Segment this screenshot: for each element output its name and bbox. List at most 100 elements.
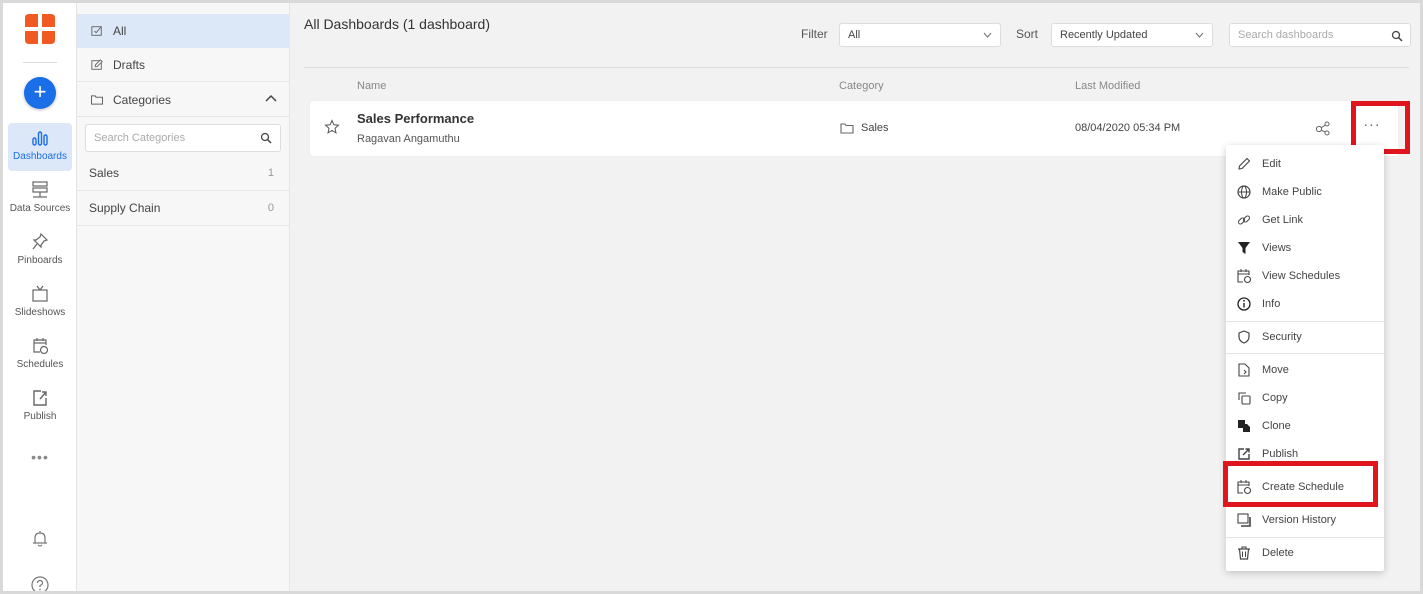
filter-value: All [848, 29, 861, 41]
shield-icon [1238, 330, 1250, 344]
folder-icon [90, 95, 104, 105]
rail-divider [23, 62, 57, 63]
nav-categories-label: Categories [113, 92, 172, 107]
search-icon[interactable] [260, 132, 272, 144]
filter-select[interactable]: All [839, 23, 1001, 47]
app-window: + Dashboards Data Sources Pinboards Slid… [3, 3, 1420, 591]
help-icon[interactable] [30, 575, 50, 591]
move-icon [1238, 363, 1250, 377]
search-icon[interactable] [1391, 30, 1403, 42]
nav-all[interactable]: All [77, 14, 290, 48]
search-categories-input[interactable]: Search Categories [85, 124, 281, 152]
pencil-icon [1238, 157, 1251, 170]
filter-icon [1238, 242, 1250, 254]
chevron-up-icon[interactable] [264, 91, 278, 105]
menu-item-label: Edit [1262, 158, 1281, 170]
rail-item-slideshows[interactable]: Slideshows [8, 279, 72, 327]
menu-item-label: Clone [1262, 420, 1291, 432]
dashboard-name[interactable]: Sales Performance [357, 111, 474, 126]
menu-item-label: View Schedules [1262, 270, 1341, 282]
rail-item-publish[interactable]: Publish [8, 383, 72, 431]
menu-item-delete[interactable]: Delete [1226, 539, 1384, 567]
column-header-name[interactable]: Name [357, 80, 386, 92]
menu-item-edit[interactable]: Edit [1226, 150, 1384, 178]
rail-item-dashboards[interactable]: Dashboards [8, 123, 72, 171]
menu-item-info[interactable]: Info [1226, 290, 1384, 318]
menu-item-label: Info [1262, 298, 1281, 310]
header-divider [304, 67, 1409, 68]
schedule-icon [33, 338, 49, 355]
menu-item-label: Move [1262, 364, 1289, 376]
brand-logo-icon[interactable] [23, 12, 57, 46]
rail-item-schedules[interactable]: Schedules [8, 331, 72, 379]
dashboard-category: Sales [840, 122, 889, 134]
filter-label: Filter [801, 27, 828, 41]
page-title: All Dashboards (1 dashboard) [304, 16, 490, 32]
menu-item-clone[interactable]: Clone [1226, 412, 1384, 440]
rail-item-pinboards[interactable]: Pinboards [8, 227, 72, 275]
nav-all-label: All [113, 24, 127, 38]
menu-item-views[interactable]: Views [1226, 234, 1384, 262]
schedule-icon [1237, 269, 1252, 284]
column-header-last-modified[interactable]: Last Modified [1075, 80, 1140, 92]
share-icon[interactable] [1315, 120, 1331, 136]
menu-item-version-history[interactable]: Version History [1226, 506, 1384, 534]
create-new-button[interactable]: + [24, 77, 56, 109]
search-categories-placeholder: Search Categories [94, 132, 186, 144]
dashboard-owner: Ragavan Angamuthu [357, 133, 460, 145]
search-dashboards-placeholder: Search dashboards [1238, 29, 1334, 41]
category-panel: All Drafts Categories Search Categories [77, 3, 290, 591]
column-header-category[interactable]: Category [839, 80, 884, 92]
checkbox-icon [91, 26, 102, 36]
clone-icon [1238, 420, 1250, 432]
rail-item-label: Slideshows [14, 307, 66, 318]
dashboards-icon [32, 131, 48, 146]
category-item-supply-chain[interactable]: Supply Chain 0 [77, 191, 290, 226]
rail-item-label: Schedules [16, 359, 64, 370]
category-name: Sales [89, 166, 120, 180]
link-icon [1237, 215, 1251, 225]
chevron-down-icon [1195, 32, 1204, 38]
edit-box-icon [91, 58, 103, 70]
highlight-create-schedule [1223, 461, 1378, 507]
info-icon [1237, 297, 1251, 311]
menu-item-label: Make Public [1262, 186, 1322, 198]
sort-label: Sort [1016, 27, 1039, 41]
search-dashboards-input[interactable]: Search dashboards [1229, 23, 1411, 47]
dashboard-last-modified: 08/04/2020 05:34 PM [1075, 122, 1181, 134]
menu-item-label: Delete [1262, 547, 1294, 559]
nav-drafts[interactable]: Drafts [77, 48, 290, 82]
menu-item-copy[interactable]: Copy [1226, 384, 1384, 412]
folder-icon [840, 123, 854, 134]
menu-item-move[interactable]: Move [1226, 356, 1384, 384]
rail-item-data-sources[interactable]: Data Sources [8, 175, 72, 223]
menu-item-make-public[interactable]: Make Public [1226, 178, 1384, 206]
star-icon[interactable] [324, 119, 340, 135]
menu-item-label: Version History [1262, 514, 1336, 526]
main-content: All Dashboards (1 dashboard) Filter All … [291, 3, 1420, 591]
left-rail: + Dashboards Data Sources Pinboards Slid… [3, 3, 77, 591]
category-count: 1 [267, 167, 274, 179]
bell-icon[interactable] [30, 529, 50, 549]
rail-item-label: Pinboards [17, 255, 63, 266]
rail-item-label: Dashboards [13, 151, 67, 162]
sort-select[interactable]: Recently Updated [1051, 23, 1213, 47]
version-history-icon [1237, 513, 1251, 527]
category-count: 0 [267, 202, 274, 214]
menu-item-label: Get Link [1262, 214, 1303, 226]
publish-icon [33, 390, 47, 406]
category-item-sales[interactable]: Sales 1 [77, 156, 290, 191]
menu-item-label: Publish [1262, 448, 1299, 460]
menu-item-get-link[interactable]: Get Link [1226, 206, 1384, 234]
globe-icon [1237, 185, 1251, 199]
menu-item-label: Copy [1262, 392, 1288, 404]
category-name: Supply Chain [89, 201, 161, 215]
menu-item-security[interactable]: Security [1226, 323, 1384, 351]
sort-value: Recently Updated [1060, 29, 1148, 41]
nav-categories[interactable]: Categories [77, 83, 290, 117]
menu-item-view-schedules[interactable]: View Schedules [1226, 262, 1384, 290]
copy-icon [1238, 392, 1251, 405]
menu-item-label: Security [1262, 331, 1302, 343]
publish-icon [1238, 448, 1250, 460]
more-options-button[interactable]: ••• [3, 449, 77, 465]
